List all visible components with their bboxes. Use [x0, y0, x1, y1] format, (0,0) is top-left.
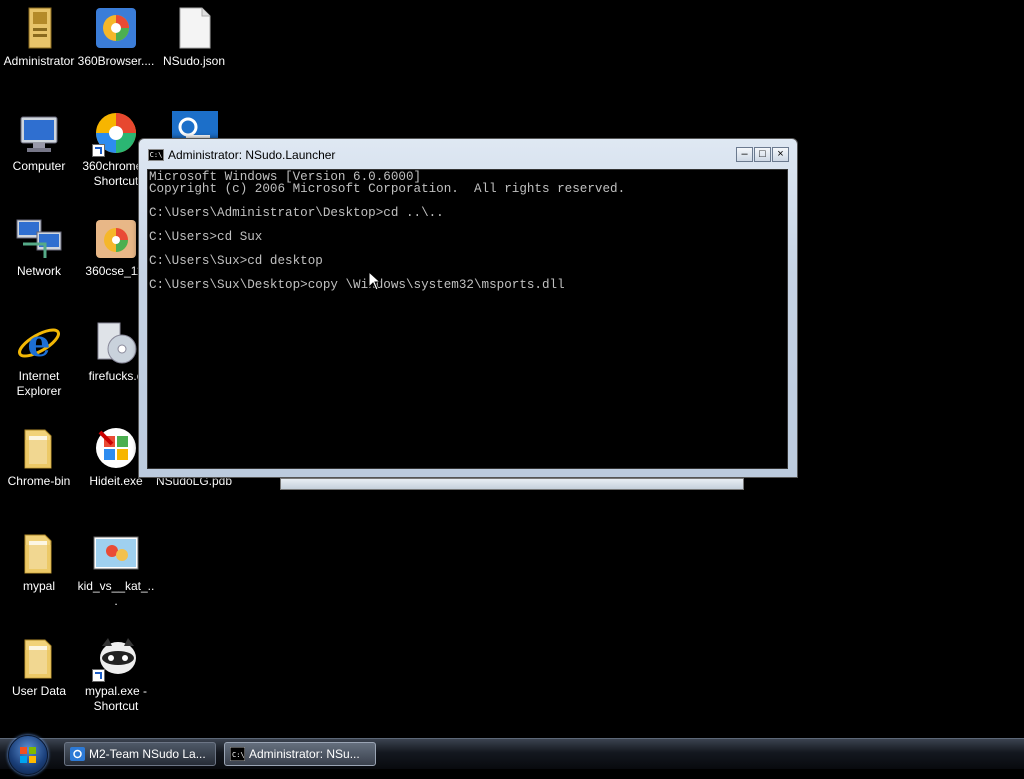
desktop-icon-360browser[interactable]: 360Browser....	[77, 0, 155, 69]
network-icon	[15, 214, 63, 262]
desktop-icon-mypal-folder[interactable]: mypal	[0, 525, 78, 594]
desktop-icon-label: 360Browser....	[77, 54, 155, 68]
taskbar-button-label: M2-Team NSudo La...	[89, 747, 206, 761]
desktop-icon-computer[interactable]: Computer	[0, 105, 78, 174]
desktop-icon-network[interactable]: Network	[0, 210, 78, 279]
taskbar: M2-Team NSudo La... C:\ Administrator: N…	[0, 735, 1024, 775]
folder-icon	[15, 424, 63, 472]
minimize-button[interactable]: –	[736, 147, 753, 162]
desktop-icon-chrome-bin[interactable]: Chrome-bin	[0, 420, 78, 489]
disc-installer-icon	[92, 319, 140, 367]
console-output[interactable]: Microsoft Windows [Version 6.0.6000] Cop…	[147, 169, 788, 469]
windows-start-orb-icon[interactable]	[8, 735, 48, 775]
cmd-icon: C:\	[148, 149, 164, 161]
cmd-icon: C:\	[230, 747, 245, 761]
background-window-edge	[280, 478, 744, 490]
user-folder-icon	[15, 4, 63, 52]
shortcut-arrow-icon	[92, 669, 105, 682]
raccoon-app-icon	[92, 634, 140, 682]
svg-text:e: e	[28, 323, 51, 365]
maximize-button[interactable]: □	[754, 147, 771, 162]
desktop-icon-label: NSudo.json	[162, 54, 226, 68]
folder-icon	[15, 634, 63, 682]
svg-text:C:\: C:\	[232, 751, 245, 759]
console-window[interactable]: C:\ Administrator: NSudo.Launcher – □ × …	[138, 138, 798, 478]
desktop-icon-label: mypal.exe - Shortcut	[84, 684, 148, 713]
hideit-icon	[92, 424, 140, 472]
desktop-icon-label: Administrator	[3, 54, 75, 68]
desktop-icon-nsudo-json[interactable]: NSudo.json	[155, 0, 233, 69]
desktop-icon-label: Internet Explorer	[16, 369, 62, 398]
360-browser-icon	[92, 4, 140, 52]
taskbar-button-label: Administrator: NSu...	[249, 747, 360, 761]
desktop-icon-label: kid_vs__kat_...	[77, 579, 155, 608]
desktop-icon-label: User Data	[11, 684, 67, 698]
desktop-icon-label: Chrome-bin	[7, 474, 71, 488]
360chrome-icon	[92, 109, 140, 157]
taskbar-button-console[interactable]: C:\ Administrator: NSu...	[224, 742, 376, 766]
window-title: Administrator: NSudo.Launcher	[168, 148, 336, 162]
console-text: Microsoft Windows [Version 6.0.6000] Cop…	[149, 170, 626, 292]
close-button[interactable]: ×	[772, 147, 789, 162]
desktop-icon-label: mypal	[22, 579, 55, 593]
file-icon	[170, 4, 218, 52]
image-thumbnail-icon	[92, 529, 140, 577]
shortcut-arrow-icon	[92, 144, 105, 157]
mouse-cursor-icon	[368, 271, 382, 291]
desktop-icon-kid-vs-kat[interactable]: kid_vs__kat_...	[77, 525, 155, 609]
computer-icon	[15, 109, 63, 157]
desktop-icon-administrator[interactable]: Administrator	[0, 0, 78, 69]
desktop-icon-user-data[interactable]: User Data	[0, 630, 78, 699]
internet-explorer-icon: e	[15, 319, 63, 367]
folder-icon	[15, 529, 63, 577]
window-controls: – □ ×	[735, 147, 789, 162]
nsudo-app-icon	[70, 747, 85, 761]
desktop: Administrator 360Browser.... NSudo.json …	[0, 0, 1024, 738]
taskbar-button-nsudo[interactable]: M2-Team NSudo La...	[64, 742, 216, 766]
desktop-icon-internet-explorer[interactable]: e Internet Explorer	[0, 315, 78, 399]
desktop-icon-label: Network	[16, 264, 61, 278]
desktop-icon-mypal-shortcut[interactable]: mypal.exe - Shortcut	[77, 630, 155, 714]
installer-icon	[92, 214, 140, 262]
desktop-icon-label: Computer	[12, 159, 66, 173]
window-titlebar[interactable]: C:\ Administrator: NSudo.Launcher – □ ×	[145, 145, 791, 167]
